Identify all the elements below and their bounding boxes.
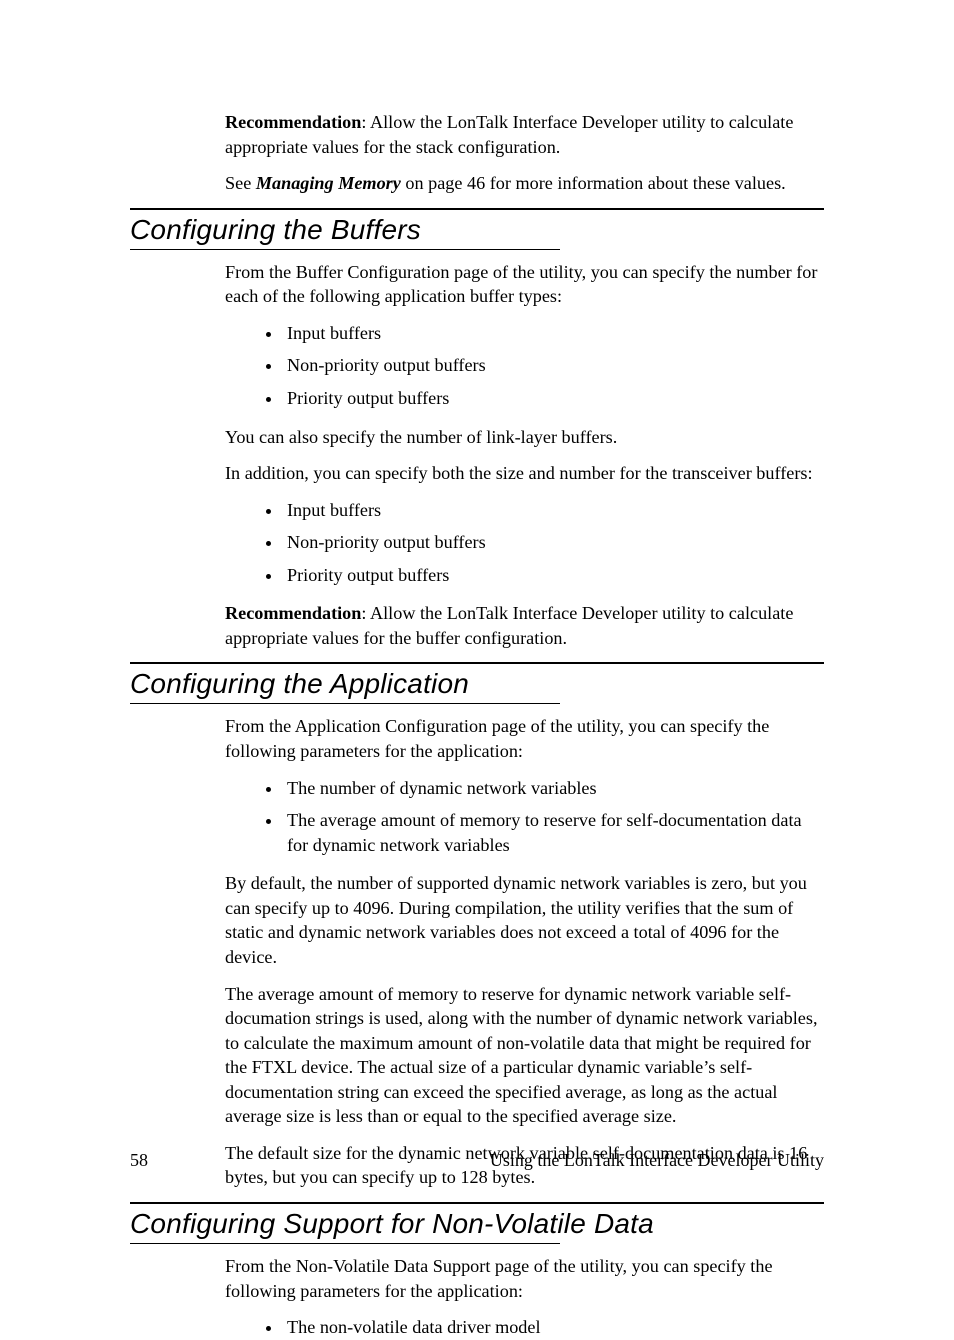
intro-block: Recommendation: Allow the LonTalk Interf… xyxy=(225,110,824,196)
list-item: Non-priority output buffers xyxy=(283,353,824,378)
heading-buffers: Configuring the Buffers xyxy=(130,208,824,250)
buffers-p2: You can also specify the number of link-… xyxy=(225,425,824,450)
intro-see-also: See Managing Memory on page 46 for more … xyxy=(225,171,824,196)
buffers-recommendation: Recommendation: Allow the LonTalk Interf… xyxy=(225,601,824,650)
app-p1: From the Application Configuration page … xyxy=(225,714,824,763)
see-pre: See xyxy=(225,173,256,193)
buffers-p1: From the Buffer Configuration page of th… xyxy=(225,260,824,309)
app-p3: The average amount of memory to reserve … xyxy=(225,982,824,1129)
rule-bottom xyxy=(130,249,560,250)
application-body: From the Application Configuration page … xyxy=(225,714,824,1190)
list-item: The average amount of memory to reserve … xyxy=(283,808,824,857)
nv-list1: The non-volatile data driver model xyxy=(225,1315,824,1340)
footer-title: Using the LonTalk Interface Developer Ut… xyxy=(490,1150,824,1171)
buffers-body: From the Buffer Configuration page of th… xyxy=(225,260,824,651)
rule-top xyxy=(130,208,824,210)
recommendation-label: Recommendation xyxy=(225,603,361,623)
rule-top xyxy=(130,1202,824,1204)
heading-text: Configuring the Buffers xyxy=(130,214,824,246)
buffers-list2: Input buffers Non-priority output buffer… xyxy=(225,498,824,588)
app-p2: By default, the number of supported dyna… xyxy=(225,871,824,969)
list-item: The number of dynamic network variables xyxy=(283,776,824,801)
nonvolatile-body: From the Non-Volatile Data Support page … xyxy=(225,1254,824,1340)
rule-bottom xyxy=(130,703,560,704)
heading-nonvolatile: Configuring Support for Non-Volatile Dat… xyxy=(130,1202,824,1244)
heading-text: Configuring Support for Non-Volatile Dat… xyxy=(130,1208,824,1240)
buffers-list1: Input buffers Non-priority output buffer… xyxy=(225,321,824,411)
heading-text: Configuring the Application xyxy=(130,668,824,700)
rule-bottom xyxy=(130,1243,560,1244)
page-number: 58 xyxy=(130,1150,148,1171)
list-item: Priority output buffers xyxy=(283,386,824,411)
buffers-p3: In addition, you can specify both the si… xyxy=(225,461,824,486)
page-footer: 58 Using the LonTalk Interface Developer… xyxy=(130,1150,824,1171)
heading-application: Configuring the Application xyxy=(130,662,824,704)
list-item: Priority output buffers xyxy=(283,563,824,588)
intro-recommendation: Recommendation: Allow the LonTalk Interf… xyxy=(225,110,824,159)
see-post: on page 46 for more information about th… xyxy=(401,173,786,193)
list-item: Non-priority output buffers xyxy=(283,530,824,555)
document-page: Recommendation: Allow the LonTalk Interf… xyxy=(0,0,954,1235)
rule-top xyxy=(130,662,824,664)
list-item: The non-volatile data driver model xyxy=(283,1315,824,1340)
app-list1: The number of dynamic network variables … xyxy=(225,776,824,858)
list-item: Input buffers xyxy=(283,321,824,346)
see-emphasis: Managing Memory xyxy=(256,173,401,193)
nv-p1: From the Non-Volatile Data Support page … xyxy=(225,1254,824,1303)
list-item: Input buffers xyxy=(283,498,824,523)
recommendation-label: Recommendation xyxy=(225,112,361,132)
